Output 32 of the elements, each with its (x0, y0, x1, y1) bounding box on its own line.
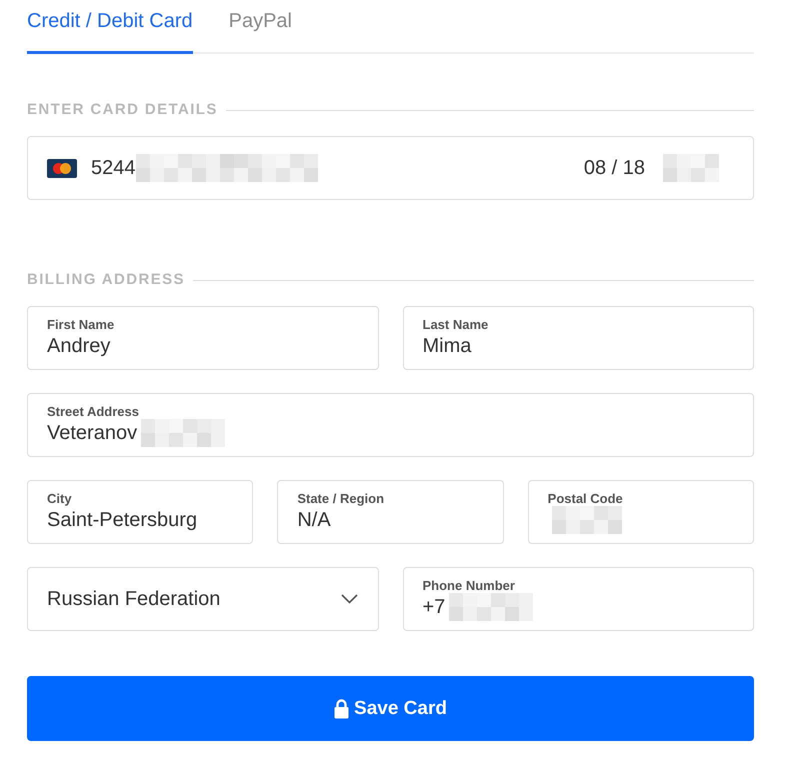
card-logo-icon (47, 158, 77, 178)
text-field[interactable]: State / Region N/A (277, 480, 504, 544)
text-field[interactable]: Phone Number +7 (402, 567, 754, 631)
field-value: +7 (422, 595, 446, 619)
field-label: First Name (47, 317, 114, 333)
text-field[interactable]: City Saint-Petersburg (27, 480, 254, 544)
field-value: N/A (297, 508, 331, 532)
expiry-date-text: 08 / 18 (584, 156, 645, 180)
padlock-icon (334, 698, 350, 718)
text-field[interactable]: First Name Andrey (27, 306, 378, 370)
section-heading: BILLING ADDRESS (27, 271, 185, 289)
card-input-field[interactable]: 5244 08 / 18 (27, 136, 754, 200)
chevron-down-icon (340, 594, 358, 604)
field-label: State / Region (297, 491, 384, 507)
country-dropdown[interactable]: Russian Federation (27, 567, 378, 631)
dropdown-value: Russian Federation (47, 587, 220, 611)
field-label: Street Address (47, 404, 139, 420)
tab[interactable]: Credit / Debit Card (27, 0, 193, 54)
field-label: Last Name (422, 317, 488, 333)
text-field[interactable]: Postal Code (528, 480, 754, 544)
field-label: Phone Number (422, 578, 515, 594)
field-value: Saint-Petersburg (47, 508, 198, 532)
field-value: Andrey (47, 334, 110, 358)
field-label: Postal Code (548, 491, 623, 507)
text-field[interactable]: Last Name Mima (402, 306, 754, 370)
field-value: Mima (422, 334, 472, 358)
text-field[interactable]: Street Address Veteranov (27, 393, 754, 457)
field-label: City (47, 491, 72, 507)
card-number-text: 5244 (91, 156, 136, 180)
field-value: Veteranov (47, 421, 138, 445)
save-card-button[interactable]: Save Card (27, 676, 754, 741)
section-heading: ENTER CARD DETAILS (27, 101, 218, 119)
